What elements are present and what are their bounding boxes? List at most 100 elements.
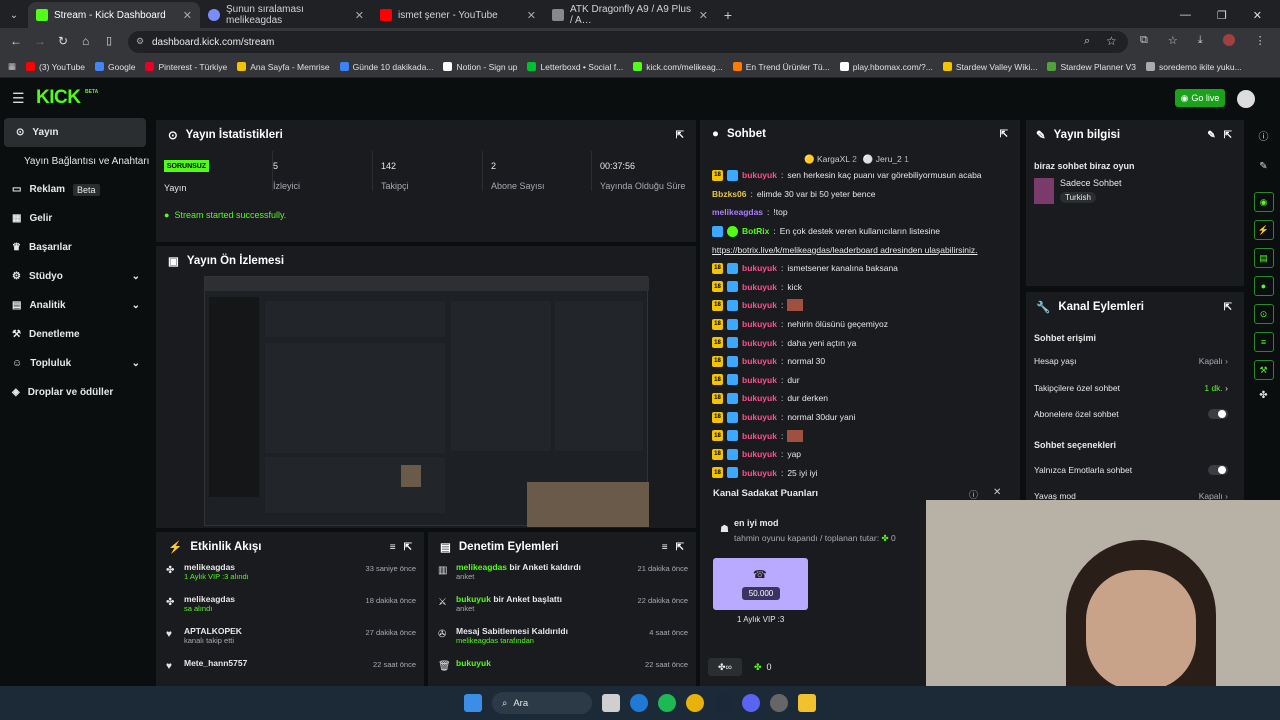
forward-icon[interactable]: →: [34, 34, 46, 48]
mod-action-user[interactable]: melikeagdas: [456, 562, 507, 572]
close-icon[interactable]: ✕: [355, 9, 364, 22]
sidebar-item-stream[interactable]: ⊙ Yayın: [4, 118, 146, 147]
info-icon[interactable]: ⓘ: [1247, 128, 1280, 143]
bookmark-item[interactable]: Stardew Valley Wiki...: [942, 62, 1037, 72]
chat-username[interactable]: bukuyuk: [742, 170, 777, 180]
chat-username[interactable]: bukuyuk: [742, 282, 777, 292]
close-icon[interactable]: ✕: [699, 9, 708, 22]
bookmark-item[interactable]: Notion - Sign up: [443, 62, 517, 72]
chat-username[interactable]: bukuyuk: [742, 356, 777, 366]
emote-only-toggle[interactable]: [1208, 465, 1228, 475]
sidebar-toggle-icon[interactable]: ▯: [106, 34, 112, 47]
steam-icon[interactable]: [714, 694, 732, 712]
star-icon[interactable]: ☆: [1106, 34, 1117, 48]
hamburger-icon[interactable]: ☰: [12, 90, 25, 107]
mod-action-user[interactable]: bukuyuk: [456, 658, 491, 668]
chat-username[interactable]: BotRix: [742, 226, 769, 236]
broadcast-icon[interactable]: ⊙: [1253, 304, 1274, 324]
sidebar-item-revenue[interactable]: ▦ Gelir: [0, 204, 150, 233]
points-icon[interactable]: ✤: [1247, 390, 1280, 401]
discord-icon[interactable]: [742, 694, 760, 712]
maximize-icon[interactable]: ❐: [1217, 9, 1227, 22]
bookmark-item[interactable]: (3) YouTube: [26, 62, 85, 72]
log-icon[interactable]: ≡: [1253, 332, 1274, 352]
filter-icon[interactable]: ≡: [662, 542, 668, 553]
user-avatar[interactable]: [1237, 90, 1255, 108]
file-explorer-icon[interactable]: [798, 694, 816, 712]
taskbar-search[interactable]: ⌕ Ara: [492, 692, 592, 714]
popout-icon[interactable]: ⇱: [1000, 129, 1008, 140]
chat-username[interactable]: bukuyuk: [742, 449, 777, 459]
tab-ranking[interactable]: Şunun sıralaması melikeagdas ✕: [200, 2, 372, 28]
followers-only-row[interactable]: Takipçilere özel sohbet 1 dk. ›: [1034, 383, 1228, 393]
top-gifter-1[interactable]: 🟡 KargaXL 2: [804, 154, 857, 165]
popout-icon[interactable]: ⇱: [404, 542, 412, 553]
start-icon[interactable]: [464, 694, 482, 712]
bookmark-item[interactable]: Pinterest - Türkiye: [145, 62, 227, 72]
close-window-icon[interactable]: ✕: [1253, 9, 1262, 22]
bookmark-item[interactable]: play.hbomax.com/?...: [839, 62, 933, 72]
popout-icon[interactable]: ⇱: [676, 130, 684, 141]
mod-action-user[interactable]: bukuyuk: [456, 594, 491, 604]
edit-icon[interactable]: ✎: [1207, 130, 1215, 141]
sidebar-item-drops[interactable]: ◈ Droplar ve ödüller: [0, 378, 150, 407]
bookmark-icon[interactable]: ☆: [1168, 34, 1178, 47]
sidebar-item-stream-key[interactable]: Yayın Bağlantısı ve Anahtarı: [0, 147, 150, 175]
edit-icon[interactable]: ✎: [1247, 161, 1280, 172]
document-icon[interactable]: ▤: [1253, 248, 1274, 268]
kick-logo[interactable]: KICK: [36, 87, 81, 109]
stream-preview-video[interactable]: [204, 276, 649, 527]
chrome-icon[interactable]: [686, 694, 704, 712]
site-info-icon[interactable]: ⚙: [136, 36, 144, 47]
apps-icon[interactable]: ▦: [8, 61, 16, 72]
tab-kick[interactable]: Stream - Kick Dashboard ✕: [28, 2, 200, 28]
edge-icon[interactable]: [630, 694, 648, 712]
chat-username[interactable]: Bbzks06: [712, 189, 747, 199]
menu-icon[interactable]: ⋮: [1255, 34, 1266, 47]
popout-icon[interactable]: ⇱: [1224, 130, 1232, 141]
chat-username[interactable]: bukuyuk: [742, 375, 777, 385]
popout-icon[interactable]: ⇱: [676, 542, 684, 553]
tab-atk[interactable]: ATK Dragonfly A9 / A9 Plus / A… ✕: [544, 2, 716, 28]
download-icon[interactable]: ⤓: [1198, 34, 1203, 47]
extensions-icon[interactable]: ⧉: [1140, 34, 1148, 47]
bookmark-item[interactable]: Günde 10 dakikada...: [339, 62, 433, 72]
chat-icon[interactable]: ●: [1253, 276, 1274, 296]
minimize-icon[interactable]: —: [1180, 9, 1191, 21]
chat-username[interactable]: bukuyuk: [742, 431, 777, 441]
chat-username[interactable]: bukuyuk: [742, 393, 777, 403]
address-input[interactable]: ⚙ dashboard.kick.com/stream ⌕ ☆: [128, 31, 1128, 53]
bolt-icon[interactable]: ⚡: [1253, 220, 1274, 240]
task-view-icon[interactable]: [602, 694, 620, 712]
back-icon[interactable]: ←: [10, 34, 22, 48]
chat-username[interactable]: bukuyuk: [742, 300, 777, 310]
home-icon[interactable]: ⌂: [82, 34, 89, 48]
popout-icon[interactable]: ⇱: [1224, 302, 1232, 313]
sidebar-item-moderation[interactable]: ⚒ Denetleme: [0, 320, 150, 349]
sidebar-item-achievements[interactable]: ♛ Başarılar: [0, 233, 150, 262]
bookmark-item[interactable]: Letterboxd • Social f...: [527, 62, 623, 72]
camera-icon[interactable]: ◉: [1253, 192, 1274, 212]
close-icon[interactable]: ✕: [183, 9, 192, 22]
bookmark-item[interactable]: Google: [95, 62, 135, 72]
top-gifter-2[interactable]: ⚪ Jeru_2 1: [863, 154, 909, 165]
bookmark-item[interactable]: Ana Sayfa - Memrise: [237, 62, 330, 72]
wrench-icon[interactable]: ⚒: [1253, 360, 1274, 380]
close-icon[interactable]: ✕: [527, 9, 536, 22]
chat-username[interactable]: melikeagdas: [712, 207, 763, 217]
sidebar-item-community[interactable]: ☺ Topluluk ⌄: [0, 349, 150, 378]
spotify-icon[interactable]: [658, 694, 676, 712]
chat-username[interactable]: bukuyuk: [742, 468, 777, 478]
bookmark-item[interactable]: kick.com/melikeag...: [633, 62, 723, 72]
zoom-icon[interactable]: ⌕: [1084, 35, 1090, 48]
chat-username[interactable]: bukuyuk: [742, 263, 777, 273]
chat-username[interactable]: bukuyuk: [742, 412, 777, 422]
reward-card[interactable]: ☎ 50.000: [713, 558, 808, 610]
points-menu-button[interactable]: ✤∞: [708, 658, 742, 676]
chat-username[interactable]: bukuyuk: [742, 338, 777, 348]
profile-avatar[interactable]: [1222, 34, 1235, 46]
app-icon[interactable]: [770, 694, 788, 712]
chat-username[interactable]: bukuyuk: [742, 319, 777, 329]
tab-list-icon[interactable]: ⌄: [0, 2, 28, 28]
sidebar-item-analytics[interactable]: ▤ Analitik ⌄: [0, 291, 150, 320]
